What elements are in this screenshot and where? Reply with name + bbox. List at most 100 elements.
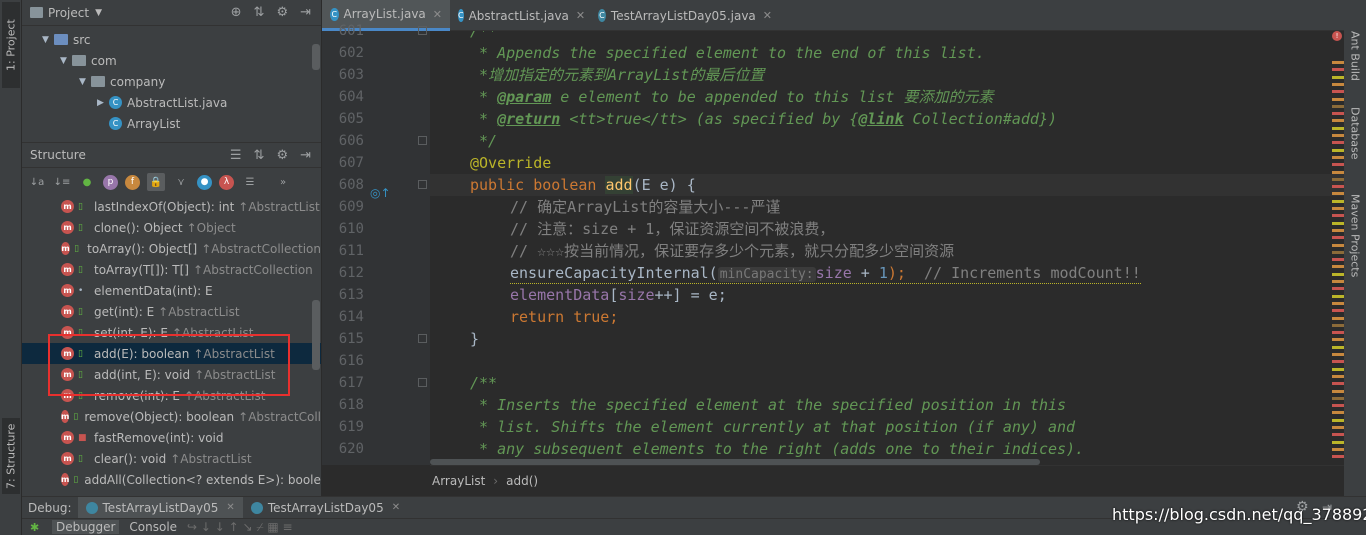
structure-item[interactable]: m ▯ lastIndexOf(Object): int ↑AbstractList [22, 196, 321, 217]
structure-item[interactable]: m ▯ get(int): E ↑AbstractList [22, 301, 321, 322]
debugger-tab[interactable]: Debugger [52, 520, 120, 534]
stripe-mark[interactable] [1332, 404, 1344, 408]
stripe-mark[interactable] [1332, 316, 1344, 320]
stripe-mark[interactable] [1332, 82, 1344, 86]
stripe-mark[interactable] [1332, 170, 1344, 174]
structure-item[interactable]: m ▯ clone(): Object ↑Object [22, 217, 321, 238]
stripe-mark[interactable] [1332, 185, 1344, 189]
hide-icon[interactable]: ⇥ [300, 5, 311, 20]
collapse-icon[interactable]: ⇅ [254, 148, 265, 163]
debug-bug-icon[interactable]: ✱ [30, 521, 39, 534]
stripe-mark[interactable] [1332, 360, 1344, 364]
fold-marker-icon[interactable] [418, 26, 427, 35]
stripe-mark[interactable] [1332, 163, 1344, 167]
expand-all-icon[interactable]: ☰ [241, 173, 259, 191]
close-icon[interactable]: ✕ [763, 9, 772, 22]
gear-icon[interactable]: ⚙ [276, 148, 288, 163]
stripe-mark[interactable] [1332, 126, 1344, 130]
expand-arrow-icon[interactable]: ▼ [79, 77, 91, 87]
structure-item[interactable]: m • elementData(int): E [22, 280, 321, 301]
fields-icon[interactable]: f [125, 174, 140, 190]
non-public-icon[interactable]: 🔒 [147, 173, 165, 191]
stripe-mark[interactable] [1332, 345, 1344, 349]
override-marker-icon[interactable]: ◎↑ [370, 186, 391, 200]
stripe-mark[interactable] [1332, 199, 1344, 203]
step-icons[interactable]: ↪ ↓ ↓ ↑ ↘ ⌿ ▦ ≡ [187, 520, 293, 535]
tree-item-abstractlist[interactable]: ▶ C AbstractList.java [97, 92, 227, 113]
anonymous-icon[interactable]: ● [197, 174, 212, 190]
stripe-mark[interactable] [1332, 309, 1344, 313]
console-tab[interactable]: Console [129, 520, 177, 534]
stripe-mark[interactable] [1332, 331, 1344, 335]
collapse-arrow-icon[interactable]: ▶ [97, 98, 109, 108]
stripe-mark[interactable] [1332, 192, 1344, 196]
properties-icon[interactable]: p [103, 174, 118, 190]
collapse-all-icon[interactable]: ⇅ [254, 5, 265, 20]
structure-item[interactable]: m ▯ toArray(): Object[] ↑AbstractCollection [22, 238, 321, 259]
stripe-mark[interactable] [1332, 418, 1344, 422]
gear-icon[interactable]: ⚙ [276, 5, 288, 20]
stripe-mark[interactable] [1332, 338, 1344, 342]
stripe-mark[interactable] [1332, 287, 1344, 291]
hierarchy-icon[interactable]: ⋎ [172, 173, 190, 191]
locate-icon[interactable]: ⊕ [231, 5, 242, 20]
stripe-mark[interactable] [1332, 141, 1344, 145]
stripe-mark[interactable] [1332, 280, 1344, 283]
close-icon[interactable]: ✕ [433, 8, 442, 21]
stripe-mark[interactable] [1332, 112, 1344, 116]
tab-abstractlist[interactable]: C AbstractList.java ✕ [450, 0, 590, 31]
stripe-mark[interactable] [1332, 177, 1344, 181]
structure-tool-tab[interactable]: 7: Structure [2, 418, 20, 494]
breadcrumb-method[interactable]: add() [506, 474, 538, 488]
database-tab[interactable]: Database [1346, 100, 1364, 166]
stripe-mark[interactable] [1332, 455, 1344, 459]
structure-item[interactable]: m ▯ toArray(T[]): T[] ↑AbstractCollection [22, 259, 321, 280]
code-editor[interactable]: /** * Appends the specified element to t… [430, 31, 1344, 465]
stripe-mark[interactable] [1332, 447, 1344, 451]
show-inherited-icon[interactable]: ● [78, 173, 96, 191]
chevron-down-icon[interactable]: ▼ [95, 8, 102, 18]
stripe-mark[interactable] [1332, 272, 1344, 276]
stripe-mark[interactable] [1332, 75, 1344, 79]
stripe-mark[interactable] [1332, 323, 1344, 327]
tree-item-company[interactable]: ▼ company [79, 71, 165, 92]
sort-alpha-icon[interactable]: ↓a [28, 173, 46, 191]
lambda-icon[interactable]: λ [219, 174, 234, 190]
close-icon[interactable]: ✕ [226, 502, 234, 513]
stripe-mark[interactable] [1332, 134, 1344, 137]
stripe-mark[interactable] [1332, 148, 1344, 152]
stripe-mark[interactable] [1332, 389, 1344, 393]
tree-item-com[interactable]: ▼ com [60, 50, 117, 71]
structure-item[interactable]: m ▯ remove(Object): boolean ↑AbstractColl [22, 406, 321, 427]
stripe-mark[interactable] [1332, 214, 1344, 218]
stripe-mark[interactable] [1332, 265, 1344, 269]
more-icon[interactable]: » [274, 173, 292, 191]
tab-testarraylistday05[interactable]: C TestArrayListDay05.java ✕ [590, 0, 780, 31]
debug-session-tab-2[interactable]: TestArrayListDay05 ✕ [243, 497, 408, 519]
debug-session-tab-1[interactable]: TestArrayListDay05 ✕ [77, 496, 243, 519]
stripe-mark[interactable] [1332, 382, 1344, 386]
stripe-mark[interactable] [1332, 258, 1344, 262]
ant-build-tab[interactable]: Ant Build [1346, 28, 1364, 84]
breadcrumb-class[interactable]: ArrayList [432, 474, 485, 488]
structure-item[interactable]: m ▯ clear(): void ↑AbstractList [22, 448, 321, 469]
fold-marker-icon[interactable] [418, 378, 427, 387]
close-icon[interactable]: ✕ [392, 502, 400, 513]
fold-marker-icon[interactable] [418, 180, 427, 189]
stripe-mark[interactable] [1332, 301, 1344, 305]
tree-item-arraylist[interactable]: C ArrayList [109, 113, 180, 134]
stripe-mark[interactable] [1332, 250, 1344, 254]
structure-item[interactable]: m ■ fastRemove(int): void [22, 427, 321, 448]
hide-icon[interactable]: ⇥ [300, 148, 311, 163]
stripe-mark[interactable] [1332, 433, 1344, 437]
sort-icon[interactable]: ☰ [230, 148, 242, 163]
stripe-mark[interactable] [1332, 396, 1344, 400]
stripe-mark[interactable] [1332, 440, 1344, 444]
stripe-mark[interactable] [1332, 97, 1344, 101]
maven-projects-tab[interactable]: Maven Projects [1346, 186, 1364, 286]
stripe-mark[interactable] [1332, 294, 1344, 298]
stripe-mark[interactable] [1332, 228, 1344, 232]
stripe-mark[interactable] [1332, 207, 1344, 210]
structure-scrollbar[interactable] [312, 300, 320, 370]
stripe-mark[interactable] [1332, 236, 1344, 240]
